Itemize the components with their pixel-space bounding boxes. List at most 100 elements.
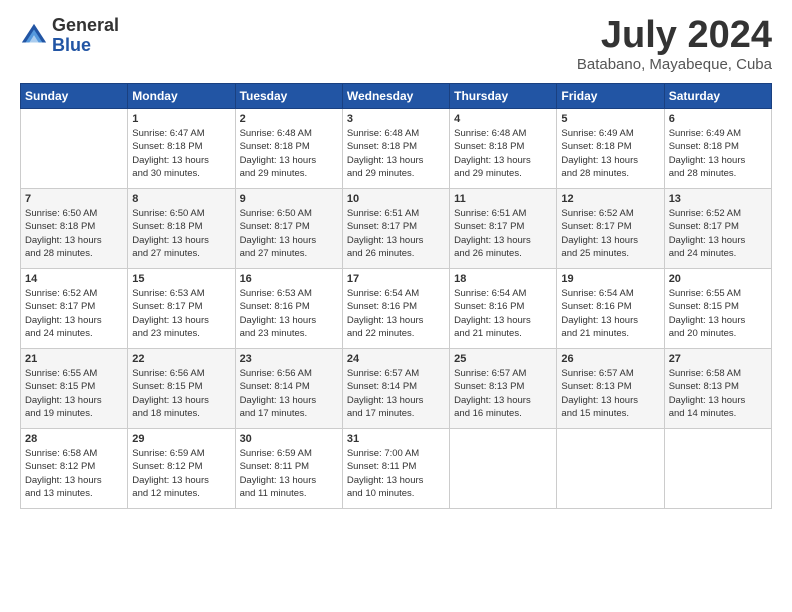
header-tuesday: Tuesday bbox=[235, 84, 342, 109]
cell-w2-d5: 19 Sunrise: 6:54 AMSunset: 8:16 PMDayligh… bbox=[557, 269, 664, 349]
day-info: Sunrise: 6:48 AMSunset: 8:18 PMDaylight:… bbox=[347, 127, 445, 180]
logo-general: General bbox=[52, 16, 119, 36]
cell-w4-d1: 29 Sunrise: 6:59 AMSunset: 8:12 PMDayligh… bbox=[128, 429, 235, 509]
logo-text: General Blue bbox=[52, 16, 119, 56]
day-number: 26 bbox=[561, 353, 659, 365]
cell-w2-d1: 15Sunrise: 6:53 AMSunset: 8:17 PMDayligh… bbox=[128, 269, 235, 349]
cell-w3-d6: 27 Sunrise: 6:58 AMSunset: 8:13 PMDayligh… bbox=[664, 349, 771, 429]
day-number: 18 bbox=[454, 273, 552, 285]
day-info: Sunrise: 6:59 AMSunset: 8:12 PMDaylight:… bbox=[132, 447, 230, 500]
header-saturday: Saturday bbox=[664, 84, 771, 109]
day-info: Sunrise: 6:55 AMSunset: 8:15 PMDaylight:… bbox=[25, 367, 123, 420]
header-sunday: Sunday bbox=[21, 84, 128, 109]
week-row-2: 14 Sunrise: 6:52 AMSunset: 8:17 PMDayligh… bbox=[21, 269, 772, 349]
calendar-body: 1Sunrise: 6:47 AMSunset: 8:18 PMDaylight… bbox=[21, 109, 772, 509]
cell-w0-d4: 4 Sunrise: 6:48 AMSunset: 8:18 PMDaylight… bbox=[450, 109, 557, 189]
day-info: Sunrise: 6:53 AMSunset: 8:17 PMDaylight:… bbox=[132, 287, 230, 340]
day-number: 16 bbox=[240, 273, 338, 285]
day-info: Sunrise: 6:52 AMSunset: 8:17 PMDaylight:… bbox=[561, 207, 659, 260]
page: General Blue July 2024 Batabano, Mayabeq… bbox=[0, 0, 792, 612]
day-info: Sunrise: 7:00 AMSunset: 8:11 PMDaylight:… bbox=[347, 447, 445, 500]
week-row-0: 1Sunrise: 6:47 AMSunset: 8:18 PMDaylight… bbox=[21, 109, 772, 189]
day-number: 6 bbox=[669, 113, 767, 125]
cell-w3-d1: 22Sunrise: 6:56 AMSunset: 8:15 PMDayligh… bbox=[128, 349, 235, 429]
cell-w1-d3: 10Sunrise: 6:51 AMSunset: 8:17 PMDayligh… bbox=[342, 189, 449, 269]
day-number: 25 bbox=[454, 353, 552, 365]
cell-w0-d0 bbox=[21, 109, 128, 189]
day-number: 31 bbox=[347, 433, 445, 445]
month-title: July 2024 bbox=[577, 16, 772, 54]
day-info: Sunrise: 6:55 AMSunset: 8:15 PMDaylight:… bbox=[669, 287, 767, 340]
cell-w1-d4: 11 Sunrise: 6:51 AMSunset: 8:17 PMDayligh… bbox=[450, 189, 557, 269]
day-info: Sunrise: 6:49 AMSunset: 8:18 PMDaylight:… bbox=[561, 127, 659, 180]
title-block: July 2024 Batabano, Mayabeque, Cuba bbox=[577, 16, 772, 73]
cell-w0-d3: 3Sunrise: 6:48 AMSunset: 8:18 PMDaylight… bbox=[342, 109, 449, 189]
header: General Blue July 2024 Batabano, Mayabeq… bbox=[20, 16, 772, 73]
day-info: Sunrise: 6:57 AMSunset: 8:13 PMDaylight:… bbox=[454, 367, 552, 420]
day-info: Sunrise: 6:58 AMSunset: 8:13 PMDaylight:… bbox=[669, 367, 767, 420]
day-info: Sunrise: 6:52 AMSunset: 8:17 PMDaylight:… bbox=[25, 287, 123, 340]
day-info: Sunrise: 6:50 AMSunset: 8:18 PMDaylight:… bbox=[132, 207, 230, 260]
day-number: 19 bbox=[561, 273, 659, 285]
cell-w2-d3: 17 Sunrise: 6:54 AMSunset: 8:16 PMDayligh… bbox=[342, 269, 449, 349]
day-info: Sunrise: 6:56 AMSunset: 8:14 PMDaylight:… bbox=[240, 367, 338, 420]
week-row-1: 7 Sunrise: 6:50 AMSunset: 8:18 PMDaylight… bbox=[21, 189, 772, 269]
day-info: Sunrise: 6:54 AMSunset: 8:16 PMDaylight:… bbox=[561, 287, 659, 340]
cell-w4-d0: 28 Sunrise: 6:58 AMSunset: 8:12 PMDayligh… bbox=[21, 429, 128, 509]
day-info: Sunrise: 6:52 AMSunset: 8:17 PMDaylight:… bbox=[669, 207, 767, 260]
cell-w0-d1: 1Sunrise: 6:47 AMSunset: 8:18 PMDaylight… bbox=[128, 109, 235, 189]
cell-w0-d6: 6 Sunrise: 6:49 AMSunset: 8:18 PMDaylight… bbox=[664, 109, 771, 189]
day-number: 27 bbox=[669, 353, 767, 365]
week-row-3: 21 Sunrise: 6:55 AMSunset: 8:15 PMDayligh… bbox=[21, 349, 772, 429]
cell-w3-d2: 23 Sunrise: 6:56 AMSunset: 8:14 PMDayligh… bbox=[235, 349, 342, 429]
logo-icon bbox=[20, 22, 48, 50]
cell-w1-d6: 13Sunrise: 6:52 AMSunset: 8:17 PMDayligh… bbox=[664, 189, 771, 269]
day-info: Sunrise: 6:50 AMSunset: 8:18 PMDaylight:… bbox=[25, 207, 123, 260]
day-number: 21 bbox=[25, 353, 123, 365]
cell-w3-d0: 21 Sunrise: 6:55 AMSunset: 8:15 PMDayligh… bbox=[21, 349, 128, 429]
cell-w2-d6: 20 Sunrise: 6:55 AMSunset: 8:15 PMDayligh… bbox=[664, 269, 771, 349]
day-number: 8 bbox=[132, 193, 230, 205]
day-number: 4 bbox=[454, 113, 552, 125]
cell-w3-d3: 24Sunrise: 6:57 AMSunset: 8:14 PMDayligh… bbox=[342, 349, 449, 429]
location: Batabano, Mayabeque, Cuba bbox=[577, 56, 772, 73]
cell-w1-d2: 9Sunrise: 6:50 AMSunset: 8:17 PMDaylight… bbox=[235, 189, 342, 269]
day-number: 12 bbox=[561, 193, 659, 205]
day-number: 30 bbox=[240, 433, 338, 445]
day-number: 7 bbox=[25, 193, 123, 205]
day-number: 23 bbox=[240, 353, 338, 365]
day-number: 29 bbox=[132, 433, 230, 445]
week-row-4: 28 Sunrise: 6:58 AMSunset: 8:12 PMDayligh… bbox=[21, 429, 772, 509]
header-row: Sunday Monday Tuesday Wednesday Thursday… bbox=[21, 84, 772, 109]
header-thursday: Thursday bbox=[450, 84, 557, 109]
header-monday: Monday bbox=[128, 84, 235, 109]
cell-w0-d5: 5Sunrise: 6:49 AMSunset: 8:18 PMDaylight… bbox=[557, 109, 664, 189]
header-wednesday: Wednesday bbox=[342, 84, 449, 109]
cell-w4-d2: 30Sunrise: 6:59 AMSunset: 8:11 PMDayligh… bbox=[235, 429, 342, 509]
day-info: Sunrise: 6:50 AMSunset: 8:17 PMDaylight:… bbox=[240, 207, 338, 260]
cell-w2-d4: 18Sunrise: 6:54 AMSunset: 8:16 PMDayligh… bbox=[450, 269, 557, 349]
day-info: Sunrise: 6:57 AMSunset: 8:13 PMDaylight:… bbox=[561, 367, 659, 420]
day-number: 24 bbox=[347, 353, 445, 365]
day-info: Sunrise: 6:54 AMSunset: 8:16 PMDaylight:… bbox=[347, 287, 445, 340]
day-number: 10 bbox=[347, 193, 445, 205]
day-number: 28 bbox=[25, 433, 123, 445]
day-info: Sunrise: 6:51 AMSunset: 8:17 PMDaylight:… bbox=[454, 207, 552, 260]
cell-w0-d2: 2Sunrise: 6:48 AMSunset: 8:18 PMDaylight… bbox=[235, 109, 342, 189]
day-number: 20 bbox=[669, 273, 767, 285]
day-info: Sunrise: 6:47 AMSunset: 8:18 PMDaylight:… bbox=[132, 127, 230, 180]
day-number: 17 bbox=[347, 273, 445, 285]
day-number: 14 bbox=[25, 273, 123, 285]
logo: General Blue bbox=[20, 16, 119, 56]
day-number: 11 bbox=[454, 193, 552, 205]
day-info: Sunrise: 6:48 AMSunset: 8:18 PMDaylight:… bbox=[454, 127, 552, 180]
cell-w4-d6 bbox=[664, 429, 771, 509]
day-info: Sunrise: 6:49 AMSunset: 8:18 PMDaylight:… bbox=[669, 127, 767, 180]
header-friday: Friday bbox=[557, 84, 664, 109]
cell-w4-d4 bbox=[450, 429, 557, 509]
calendar-table: Sunday Monday Tuesday Wednesday Thursday… bbox=[20, 83, 772, 509]
cell-w3-d4: 25 Sunrise: 6:57 AMSunset: 8:13 PMDayligh… bbox=[450, 349, 557, 429]
day-number: 2 bbox=[240, 113, 338, 125]
day-info: Sunrise: 6:58 AMSunset: 8:12 PMDaylight:… bbox=[25, 447, 123, 500]
cell-w2-d0: 14 Sunrise: 6:52 AMSunset: 8:17 PMDayligh… bbox=[21, 269, 128, 349]
